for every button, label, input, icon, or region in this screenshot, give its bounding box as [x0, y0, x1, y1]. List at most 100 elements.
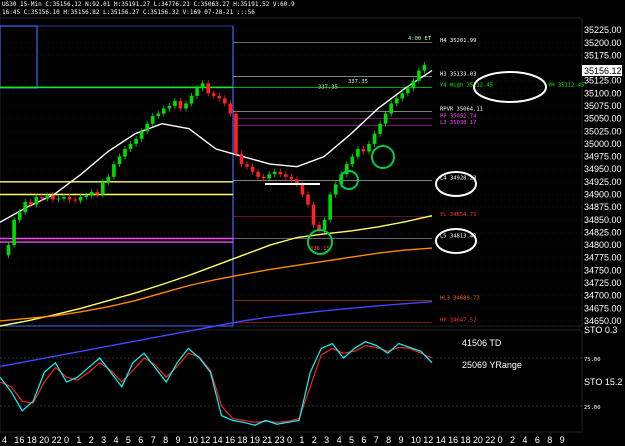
- stoch-level-label: 75.00: [584, 357, 601, 363]
- time-tick-label: 6: [138, 435, 143, 445]
- price-tick-label: 35000.00: [584, 139, 622, 149]
- candle-body: [256, 171, 260, 177]
- price-tick-label: 34850.00: [584, 215, 622, 225]
- time-tick-label: 3: [324, 435, 329, 445]
- pivot-label: HP 34647.52: [440, 317, 476, 323]
- annotation-label: 25069 YRange: [462, 360, 522, 370]
- pivot-label: PP 35052.74: [440, 114, 477, 120]
- time-tick-label: 16: [448, 435, 458, 445]
- candle-body: [361, 148, 366, 152]
- time-tick-label: 6: [535, 435, 540, 445]
- candle-body: [195, 88, 199, 96]
- candle-body: [300, 184, 305, 195]
- price-tick-label: 34925.00: [584, 177, 622, 187]
- time-tick-label: 0: [287, 435, 292, 445]
- moving-average-line: [0, 247, 433, 322]
- candle-body: [284, 174, 288, 177]
- moving-averages: [0, 70, 433, 368]
- candle-body: [173, 100, 177, 106]
- price-tick-label: 34775.00: [584, 253, 622, 263]
- candle-body: [306, 194, 310, 205]
- time-tick-label: 8: [163, 435, 168, 445]
- price-tick-label: 34975.00: [584, 152, 622, 162]
- time-tick-label: 9: [560, 435, 565, 445]
- candle-body: [333, 184, 338, 195]
- moving-average-line: [0, 301, 433, 368]
- candle-body: [23, 202, 27, 213]
- candle-body: [128, 143, 133, 149]
- candle-body: [200, 83, 205, 89]
- candle-body: [211, 93, 216, 96]
- pivot-label: YL 34854.71: [440, 212, 476, 218]
- candle-body: [167, 105, 172, 109]
- candle-body: [62, 197, 66, 199]
- time-tick-label: 19: [250, 435, 260, 445]
- candle-body: [239, 154, 244, 165]
- candle-body: [411, 80, 416, 89]
- time-tick-label: 5: [349, 435, 354, 445]
- candle-body: [311, 204, 316, 225]
- time-tick-label: 2: [510, 435, 515, 445]
- candle-body: [406, 88, 410, 94]
- price-tick-label: 35125.00: [584, 76, 622, 86]
- time-tick-label: 1: [76, 435, 81, 445]
- time-tick-label: 2: [89, 435, 94, 445]
- candle-body: [28, 202, 33, 205]
- price-tick-label: 34900.00: [584, 189, 622, 199]
- candle-body: [372, 133, 377, 144]
- candle-body: [112, 164, 116, 177]
- time-tick-label: 8: [386, 435, 391, 445]
- candle-body: [45, 195, 50, 199]
- candle-body: [84, 195, 88, 198]
- time-tick-label: 1: [299, 435, 304, 445]
- candle-body: [73, 199, 77, 201]
- price-tick-label: 35225.00: [584, 25, 622, 35]
- candle-body: [139, 131, 144, 139]
- session-box-1: [0, 25, 38, 89]
- time-tick-label: 16: [14, 435, 24, 445]
- time-tick-label: 9: [399, 435, 404, 445]
- price-tick-label: 35075.00: [584, 101, 622, 111]
- candle-body: [394, 98, 399, 104]
- candle-body: [12, 219, 16, 246]
- stoch-label-mid: STO 15.2: [584, 377, 622, 387]
- price-tick-label: 34750.00: [584, 265, 622, 275]
- pivot-label: HL3 34689.73: [440, 296, 480, 302]
- price-tick-label: 35025.00: [584, 126, 622, 136]
- price-chart[interactable]: US30 15-Min C:35156.12 N:92.01 H:35191.2…: [0, 0, 625, 446]
- price-tick-label: 35200.00: [584, 38, 622, 48]
- candle-body: [156, 113, 161, 117]
- time-tick-label: 10: [188, 435, 198, 445]
- time-tick-label: 14: [436, 435, 446, 445]
- time-tick-label: 0: [64, 435, 69, 445]
- highlight-circle-retest: [371, 145, 395, 169]
- time-tick-label: 3: [101, 435, 106, 445]
- candle-body: [117, 156, 122, 165]
- candle-body: [367, 143, 371, 152]
- candle-body: [184, 103, 188, 109]
- candle-body: [383, 113, 388, 124]
- candle-body: [40, 197, 44, 199]
- candle-body: [67, 197, 72, 200]
- candle-body: [145, 123, 149, 132]
- time-axis: 4 16 18 20 22 0 1 2 3 4 5 6 7 8 9 10 12 14 16 18 19 21 23 0 1 2 3 4…: [2, 435, 565, 445]
- candle-body: [123, 148, 127, 157]
- candle-body: [51, 195, 55, 200]
- price-tick-label: 35175.00: [584, 50, 622, 60]
- time-tick-label: 0: [498, 435, 503, 445]
- price-tick-label: 35050.00: [584, 114, 622, 124]
- candle-body: [178, 100, 183, 109]
- candle-body: [245, 164, 249, 167]
- price-tick-label: 35100.00: [584, 88, 622, 98]
- candle-body: [417, 70, 421, 81]
- stoch-label-top: STO 0.3: [584, 325, 617, 335]
- time-tick-label: 4: [522, 435, 527, 445]
- time-tick-label: 14: [213, 435, 223, 445]
- candle-body: [17, 212, 22, 220]
- annotation-label: 337.35: [318, 84, 338, 90]
- time-tick-label: 23: [275, 435, 285, 445]
- pivot-label: L5 34813.42: [440, 233, 476, 239]
- candle-body: [278, 171, 283, 175]
- time-tick-label: 4: [337, 435, 342, 445]
- time-tick-label: 18: [27, 435, 37, 445]
